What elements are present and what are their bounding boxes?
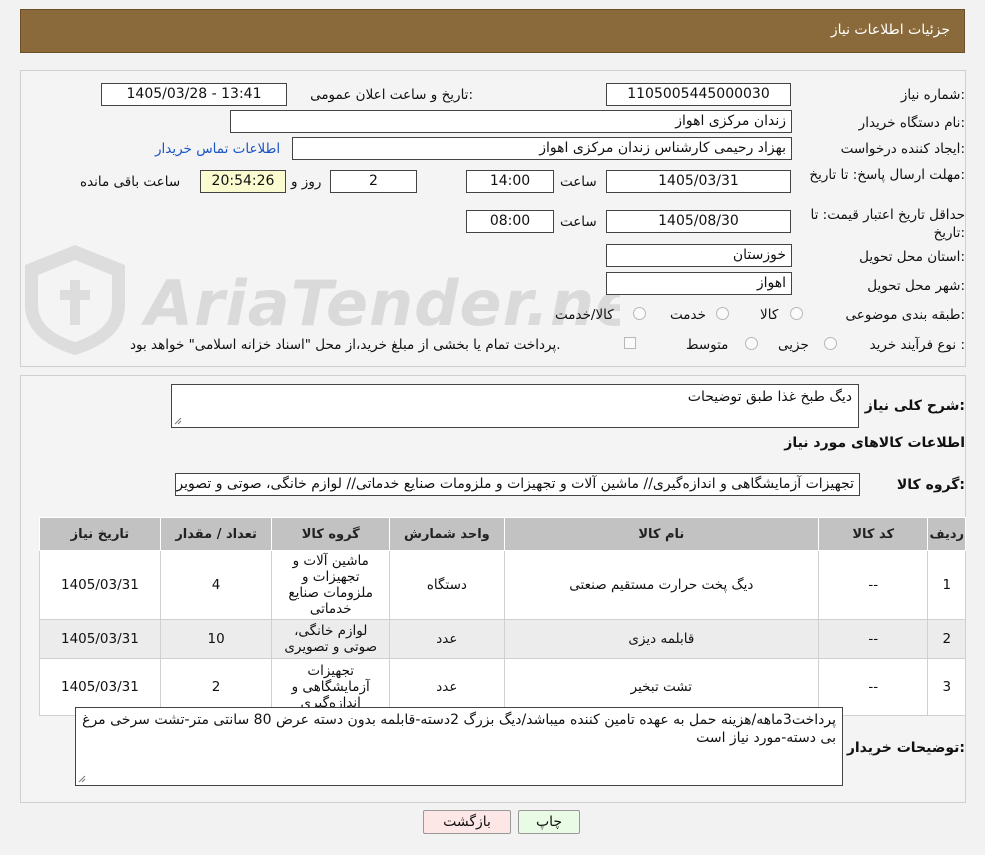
summary-resize-grip-icon[interactable] xyxy=(174,417,182,425)
goods-info-title: اطلاعات کالاهای مورد نیاز xyxy=(784,435,965,451)
validity-time-label: ساعت xyxy=(560,214,597,230)
province-field: خوزستان xyxy=(606,244,792,267)
cell-row-number: 3 xyxy=(927,658,966,716)
cell-need-date: 1405/03/31 xyxy=(39,550,161,620)
category-service-label: خدمت xyxy=(670,307,706,323)
cell-quantity: 10 xyxy=(159,619,273,659)
cell-need-date: 1405/03/31 xyxy=(39,619,161,659)
city-field: اهواز xyxy=(606,272,792,295)
treasury-payment-note: پرداخت تمام یا بخشی از مبلغ خرید،از محل … xyxy=(130,337,561,353)
cell-group: ماشین آلات و تجهیزات و ملزومات صنایع خدم… xyxy=(271,550,391,620)
process-minor-radio[interactable] xyxy=(824,337,837,350)
table-header-row: ردیف کد کالا نام کالا واحد شمارش گروه کا… xyxy=(39,517,966,551)
validity-date-field: 1405/08/30 xyxy=(606,210,791,233)
city-label: شهر محل تحویل: xyxy=(867,278,965,294)
table-row: 1 -- دیگ پخت حرارت مستقیم صنعتی دستگاه م… xyxy=(39,550,966,620)
treasury-payment-checkbox[interactable] xyxy=(624,337,636,349)
cell-name: دیگ پخت حرارت مستقیم صنعتی xyxy=(503,550,820,620)
category-label: طبقه بندی موضوعی: xyxy=(845,307,965,323)
need-number-field: 1105005445000030 xyxy=(606,83,791,106)
reply-deadline-label: مهلت ارسال پاسخ: تا تاریخ: xyxy=(809,167,965,183)
print-button[interactable]: چاپ xyxy=(518,810,580,834)
process-medium-label: متوسط xyxy=(686,337,729,353)
buyer-notes-text: پرداخت3ماهه/هزینه حمل به عهده تامین کنند… xyxy=(82,712,836,746)
buyer-notes-label: توضیحات خریدار: xyxy=(846,740,965,756)
province-label: استان محل تحویل: xyxy=(859,249,965,265)
cell-code: -- xyxy=(818,550,929,620)
col-header-group: گروه کالا xyxy=(271,517,391,551)
cell-name: قابلمه دیزی xyxy=(503,619,820,659)
cell-unit: عدد xyxy=(389,619,505,659)
table-row: 2 -- قابلمه دیزی عدد لوازم خانگی، صوتی و… xyxy=(39,619,966,659)
category-goods-service-radio[interactable] xyxy=(633,307,646,320)
reply-time-field: 14:00 xyxy=(466,170,554,193)
page-header: جزئیات اطلاعات نیاز xyxy=(20,9,965,53)
goods-group-field: تجهیزات آزمایشگاهی و اندازه‌گیری// ماشین… xyxy=(175,473,860,496)
cell-group: لوازم خانگی، صوتی و تصویری xyxy=(271,619,391,659)
cell-quantity: 4 xyxy=(159,550,273,620)
col-header-quantity: تعداد / مقدار xyxy=(159,517,273,551)
goods-group-label: گروه کالا: xyxy=(896,477,965,493)
buyer-org-label: نام دستگاه خریدار: xyxy=(858,115,965,131)
summary-textarea: دیگ طبخ غذا طبق توضیحات xyxy=(171,384,859,428)
watermark-text: AriaTender.neT xyxy=(140,267,620,340)
remaining-time-label: ساعت باقی مانده xyxy=(80,174,181,190)
category-goods-label: کالا xyxy=(760,307,779,323)
price-validity-label: حداقل تاریخ اعتبار قیمت: تا تاریخ: xyxy=(810,207,965,241)
cell-unit: دستگاه xyxy=(389,550,505,620)
summary-text: دیگ طبخ غذا طبق توضیحات xyxy=(687,389,852,405)
category-service-radio[interactable] xyxy=(716,307,729,320)
col-header-unit: واحد شمارش xyxy=(389,517,505,551)
summary-label: شرح کلی نیاز: xyxy=(864,398,965,414)
goods-table: ردیف کد کالا نام کالا واحد شمارش گروه کا… xyxy=(39,517,966,716)
cell-row-number: 1 xyxy=(927,550,966,620)
col-header-name: نام کالا xyxy=(503,517,820,551)
remaining-time-field: 20:54:26 xyxy=(200,170,286,193)
requester-field: بهزاد رحیمی کارشناس زندان مرکزی اهواز xyxy=(292,137,792,160)
announce-datetime-field: 1405/03/28 - 13:41 xyxy=(101,83,287,106)
need-number-label: شماره نیاز: xyxy=(900,87,965,103)
col-header-code: کد کالا xyxy=(818,517,929,551)
process-minor-label: جزیی xyxy=(778,337,809,353)
page-title: جزئیات اطلاعات نیاز xyxy=(830,22,950,38)
cell-row-number: 2 xyxy=(927,619,966,659)
remaining-days-field: 2 xyxy=(330,170,417,193)
col-header-need-date: تاریخ نیاز xyxy=(39,517,161,551)
notes-resize-grip-icon[interactable] xyxy=(78,775,86,783)
reply-time-label: ساعت xyxy=(560,174,597,190)
validity-time-field: 08:00 xyxy=(466,210,554,233)
cell-code: -- xyxy=(818,619,929,659)
process-type-label: نوع فرآیند خرید : xyxy=(869,337,965,353)
days-label: روز و xyxy=(291,174,322,190)
buyer-org-field: زندان مرکزی اهواز xyxy=(230,110,792,133)
buyer-contact-link[interactable]: اطلاعات تماس خریدار xyxy=(155,141,280,157)
reply-date-field: 1405/03/31 xyxy=(606,170,791,193)
announce-datetime-label: تاریخ و ساعت اعلان عمومی: xyxy=(310,87,473,103)
process-medium-radio[interactable] xyxy=(745,337,758,350)
category-goods-service-label: کالا/خدمت xyxy=(555,307,614,323)
col-header-row-number: ردیف xyxy=(927,517,966,551)
category-goods-radio[interactable] xyxy=(790,307,803,320)
back-button[interactable]: بازگشت xyxy=(423,810,511,834)
requester-label: ایجاد کننده درخواست: xyxy=(840,141,965,157)
watermark-shield-icon xyxy=(25,245,125,355)
buyer-notes-textarea: پرداخت3ماهه/هزینه حمل به عهده تامین کنند… xyxy=(75,707,843,786)
